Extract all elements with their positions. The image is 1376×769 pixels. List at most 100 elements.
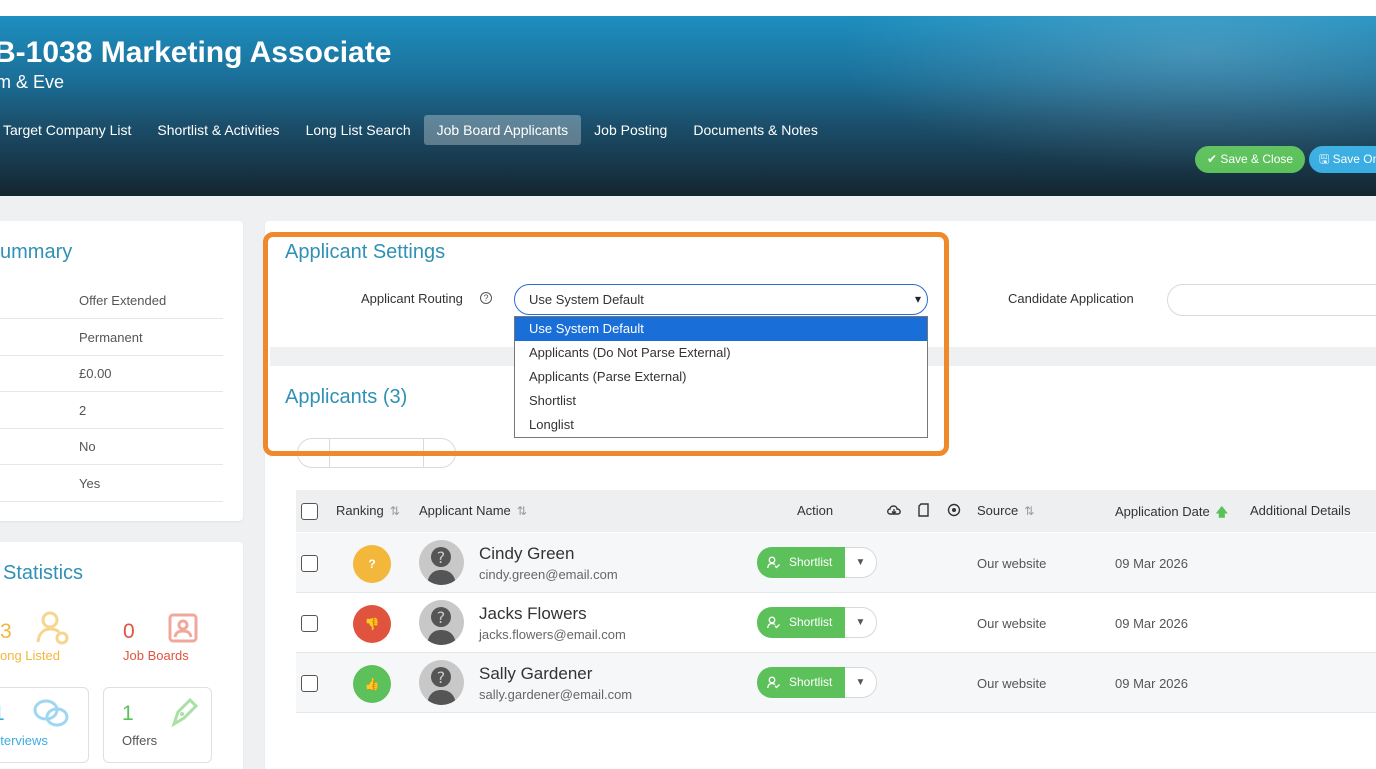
job-boards-icon — [168, 613, 198, 643]
applicants-title: Applicants (3) — [285, 386, 408, 408]
interviews-box[interactable]: 1 nterviews — [0, 687, 89, 763]
application-date: 09 Mar 2026 — [1115, 616, 1188, 631]
chevron-down-icon[interactable]: ▼ — [845, 667, 877, 698]
chevron-down-icon[interactable]: ▼ — [845, 547, 877, 578]
summary-row: Offer Extended — [0, 282, 223, 319]
offers-box[interactable]: 1 Offers — [103, 687, 212, 763]
user-check-icon — [767, 556, 780, 569]
sort-icon: ⇅ — [389, 504, 400, 518]
routing-option-system-default[interactable]: Use System Default — [515, 317, 927, 341]
job-title: B-1038 Marketing Associate — [0, 36, 392, 69]
row-checkbox[interactable] — [301, 675, 318, 692]
svg-text:?: ? — [437, 548, 446, 567]
applicant-email: jacks.flowers@email.com — [479, 627, 626, 642]
eye-icon[interactable] — [947, 503, 961, 517]
long-listed-icon — [36, 611, 69, 645]
long-listed-label: ong Listed — [0, 648, 60, 663]
applicant-routing-label: Applicant Routing — [361, 291, 463, 306]
table-row: ? ? Cindy Green cindy.green@email.com Sh… — [296, 533, 1376, 593]
tab-job-posting[interactable]: Job Posting — [581, 115, 680, 145]
interviews-count: 1 — [0, 702, 5, 726]
summary-card: ummary Offer Extended Permanent £0.00 2 … — [0, 221, 243, 521]
column-application-date[interactable]: Application Date 🡅 — [1115, 503, 1228, 524]
routing-option-shortlist[interactable]: Shortlist — [515, 389, 927, 413]
svg-text:?: ? — [437, 608, 446, 627]
shortlist-button[interactable]: Shortlist — [757, 547, 845, 578]
applicant-name[interactable]: Jacks Flowers — [479, 604, 587, 624]
pen-icon — [171, 697, 199, 728]
chevron-down-icon: ▾ — [914, 292, 921, 306]
column-ranking[interactable]: Ranking ⇅ — [336, 503, 400, 518]
summary-title: ummary — [0, 241, 73, 263]
tab-documents-notes[interactable]: Documents & Notes — [680, 115, 831, 145]
chat-icon — [33, 699, 69, 727]
ranking-badge[interactable]: ? — [353, 545, 391, 583]
applicant-name[interactable]: Sally Gardener — [479, 664, 592, 684]
routing-option-no-parse[interactable]: Applicants (Do Not Parse External) — [515, 341, 927, 365]
toolbar-button-group[interactable] — [297, 438, 456, 468]
tab-shortlist-activities[interactable]: Shortlist & Activities — [144, 115, 292, 145]
ranking-badge[interactable]: 👎 — [353, 605, 391, 643]
column-action: Action — [797, 503, 834, 518]
candidate-application-field[interactable] — [1167, 284, 1376, 316]
applicant-settings-title: Applicant Settings — [285, 241, 446, 263]
save-close-label: Save & Close — [1220, 152, 1294, 166]
document-icon[interactable] — [917, 503, 931, 517]
tab-long-list-search[interactable]: Long List Search — [293, 115, 424, 145]
offers-label: Offers — [122, 733, 158, 748]
divider — [329, 439, 330, 467]
statistics-card: Statistics 3 ong Listed 0 Job Boards 1 n… — [0, 542, 243, 769]
user-check-icon — [767, 616, 780, 629]
shortlist-button[interactable]: Shortlist — [757, 607, 845, 638]
summary-row: 2 — [0, 392, 223, 429]
routing-option-longlist[interactable]: Longlist — [515, 413, 927, 437]
save-only-label: Save On — [1332, 152, 1376, 166]
check-icon: ✔ — [1206, 152, 1217, 166]
sort-icon: ⇅ — [1024, 504, 1035, 518]
top-strip — [0, 0, 1376, 16]
shortlist-button[interactable]: Shortlist — [757, 667, 845, 698]
job-boards-count: 0 — [123, 620, 135, 643]
candidate-application-label: Candidate Application — [1008, 291, 1134, 306]
selected-routing-value: Use System Default — [529, 292, 644, 307]
row-checkbox[interactable] — [301, 555, 318, 572]
application-date: 09 Mar 2026 — [1115, 676, 1188, 691]
avatar: ? — [419, 540, 464, 585]
applicant-email: sally.gardener@email.com — [479, 687, 633, 702]
applicants-table-header: Ranking ⇅ Applicant Name ⇅ Action Source ⇅ … — [296, 490, 1376, 532]
company-name: m & Eve — [0, 72, 65, 92]
routing-dropdown: Use System Default Applicants (Do Not Pa… — [514, 316, 928, 438]
avatar: ? — [419, 600, 464, 645]
tab-job-board-applicants[interactable]: Job Board Applicants — [423, 115, 582, 145]
download-icon[interactable] — [887, 503, 901, 517]
sort-icon: ⇅ — [516, 504, 527, 518]
summary-row: No — [0, 428, 223, 465]
floppy-icon: 🖫 — [1319, 152, 1330, 166]
long-listed-count: 3 — [0, 620, 12, 643]
applicant-name[interactable]: Cindy Green — [479, 544, 574, 564]
source-value: Our website — [977, 676, 1047, 691]
job-tabs: Target Company List Shortlist & Activiti… — [0, 115, 831, 145]
select-all-checkbox[interactable] — [301, 503, 318, 520]
divider — [423, 439, 424, 467]
tab-target-company-list[interactable]: Target Company List — [0, 115, 144, 145]
job-boards-label: Job Boards — [123, 648, 189, 663]
routing-option-parse-external[interactable]: Applicants (Parse External) — [515, 365, 927, 389]
avatar: ? — [419, 660, 464, 705]
shortlist-button-group: Shortlist ▼ — [757, 547, 877, 578]
ranking-badge[interactable]: 👍 — [353, 665, 391, 703]
summary-row: £0.00 — [0, 355, 223, 392]
user-check-icon — [767, 676, 780, 689]
svg-text:?: ? — [437, 668, 446, 687]
applicant-routing-select[interactable]: Use System Default ▾ — [514, 284, 928, 315]
save-close-button[interactable]: ✔ Save & Close — [1195, 146, 1305, 173]
help-icon[interactable]: ? — [480, 292, 492, 304]
column-source[interactable]: Source ⇅ — [977, 503, 1034, 518]
column-applicant-name[interactable]: Applicant Name ⇅ — [419, 503, 527, 518]
save-only-button[interactable]: 🖫 Save On — [1309, 146, 1376, 173]
sort-ascending-icon: 🡅 — [1215, 505, 1229, 519]
summary-row: Yes — [0, 465, 223, 502]
row-checkbox[interactable] — [301, 615, 318, 632]
shortlist-button-group: Shortlist ▼ — [757, 667, 877, 698]
chevron-down-icon[interactable]: ▼ — [845, 607, 877, 638]
